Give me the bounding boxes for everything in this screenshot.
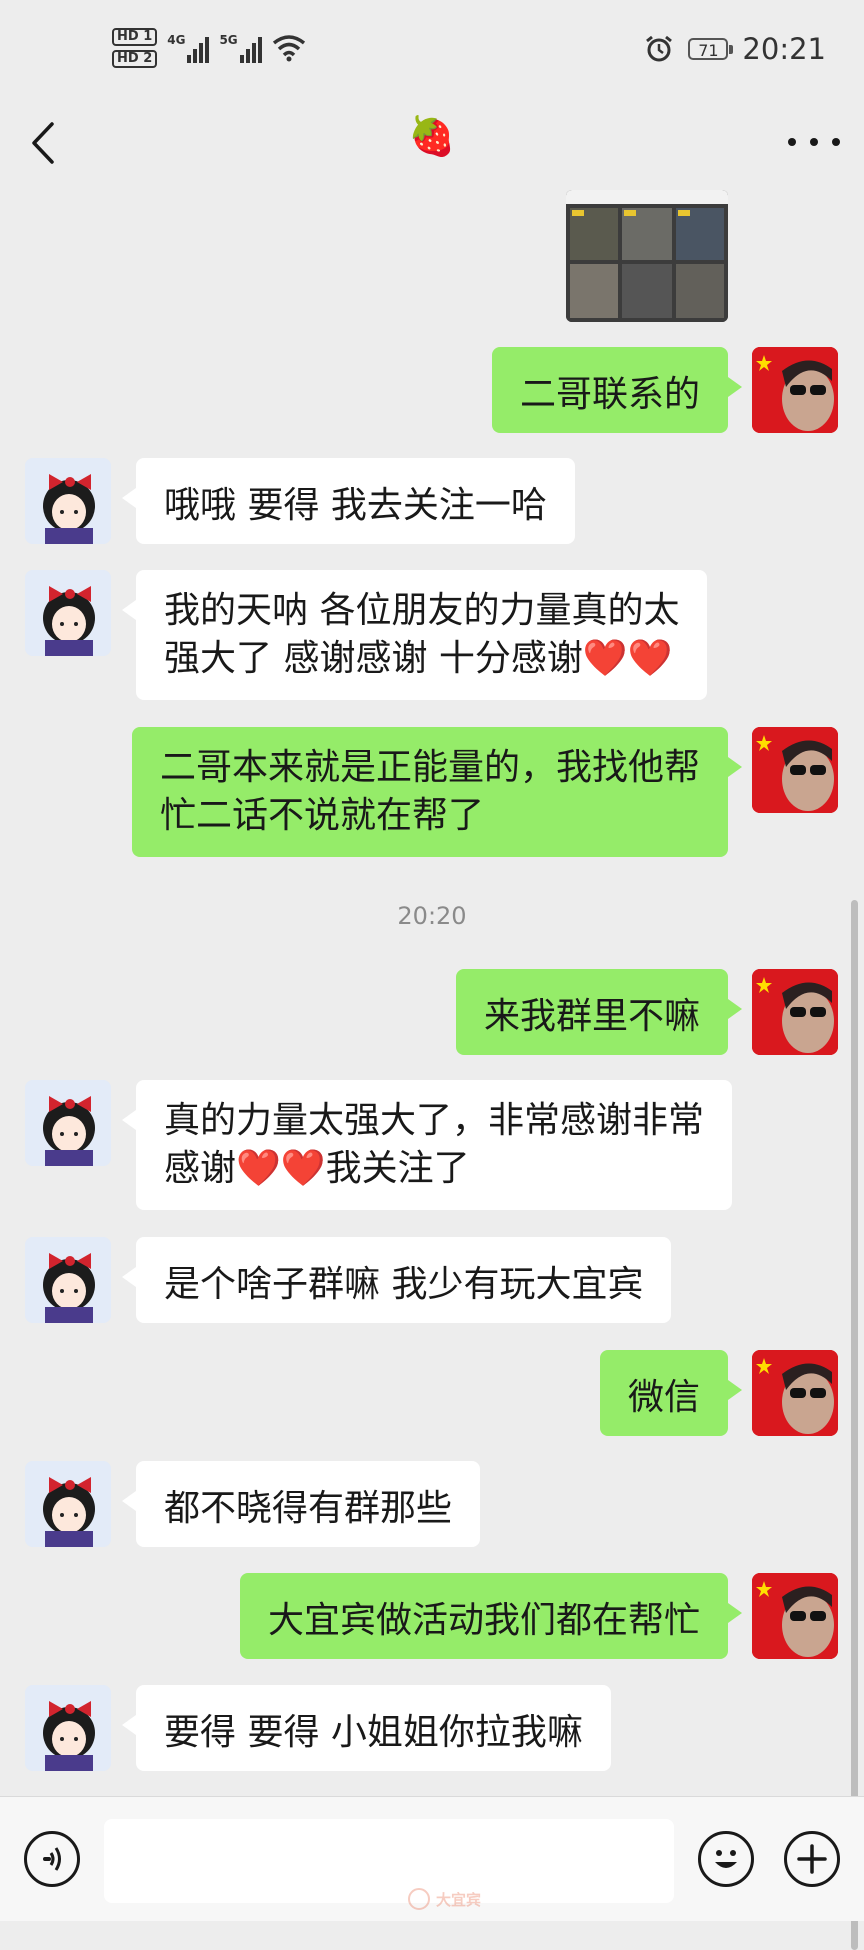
my-avatar[interactable] [752,969,838,1055]
contact-avatar[interactable] [25,1237,111,1323]
scrollbar[interactable] [851,900,858,1950]
contact-avatar[interactable] [25,458,111,544]
message-list[interactable]: 二哥联系的 哦哦 要得 我去关注一哈 我的天呐 各位朋友的力量真的太 强大了 感… [0,190,864,1950]
message-line: 真的力量太强大了，非常感谢非常 [164,1100,705,1141]
image-thumbnail [566,190,728,322]
chat-title: 🍓 [408,114,456,158]
chat-header: 🍓 [0,100,864,190]
status-bar: HD 1 HD 2 4G 5G 71 20:21 [0,0,864,100]
message-line: 忙二话不说就在帮了 [159,795,484,836]
message-line: 感谢❤️❤️我关注了 [164,1148,470,1189]
message-line: 二哥本来就是正能量的，我找他帮 [159,747,700,788]
message-bubble-received[interactable]: 哦哦 要得 我去关注一哈 [122,458,575,544]
contact-avatar[interactable] [25,1685,111,1771]
message-input[interactable] [104,1819,674,1903]
watermark: 大宜宾 [408,1888,481,1910]
alarm-icon [646,35,673,62]
status-time: 20:21 [742,32,826,66]
contact-avatar[interactable] [25,1461,111,1547]
message-bubble-sent[interactable]: 二哥联系的 [491,347,743,433]
message-bubble-received[interactable]: 都不晓得有群那些 [121,1461,481,1547]
plus-icon[interactable] [784,1831,840,1887]
network-indicators: HD 1 HD 2 4G 5G [112,28,306,68]
contact-avatar[interactable] [25,570,111,656]
signal-5g-icon: 5G [219,33,262,63]
message-bubble-sent[interactable]: 二哥本来就是正能量的，我找他帮 忙二话不说就在帮了 [131,727,743,857]
message-bubble-sent[interactable]: 微信 [599,1350,743,1436]
hd-badge-2: HD 2 [112,50,158,68]
network-4g-label: 4G [167,33,186,47]
network-5g-label: 5G [219,33,238,47]
message-timestamp: 20:20 [397,902,467,930]
my-avatar[interactable] [752,347,838,433]
message-line: 我的天呐 各位朋友的力量真的太 [164,590,680,631]
my-avatar[interactable] [752,727,838,813]
contact-avatar[interactable] [25,1080,111,1166]
message-bubble-received[interactable]: 真的力量太强大了，非常感谢非常 感谢❤️❤️我关注了 [121,1080,733,1210]
image-message[interactable] [566,190,728,322]
message-bubble-received[interactable]: 是个啥子群嘛 我少有玩大宜宾 [121,1237,672,1323]
watermark-logo-icon [408,1888,430,1910]
message-line: 强大了 感谢感谢 十分感谢❤️❤️ [164,638,673,679]
more-icon[interactable] [788,122,840,162]
my-avatar[interactable] [752,1350,838,1436]
battery-indicator: 71 [688,38,734,60]
my-avatar[interactable] [752,1573,838,1659]
signal-4g-icon: 4G [167,33,210,63]
wifi-icon [272,35,305,62]
hd-badge-1: HD 1 [112,28,158,46]
watermark-text: 大宜宾 [436,1890,482,1909]
message-bubble-received[interactable]: 我的天呐 各位朋友的力量真的太 强大了 感谢感谢 十分感谢❤️❤️ [121,570,708,700]
voice-icon[interactable] [24,1831,80,1887]
message-bubble-sent[interactable]: 大宜宾做活动我们都在帮忙 [239,1573,743,1659]
message-bubble-received[interactable]: 要得 要得 小姐姐你拉我嘛 [122,1685,611,1771]
message-bubble-sent[interactable]: 来我群里不嘛 [455,969,743,1055]
emoji-icon[interactable] [698,1831,754,1887]
